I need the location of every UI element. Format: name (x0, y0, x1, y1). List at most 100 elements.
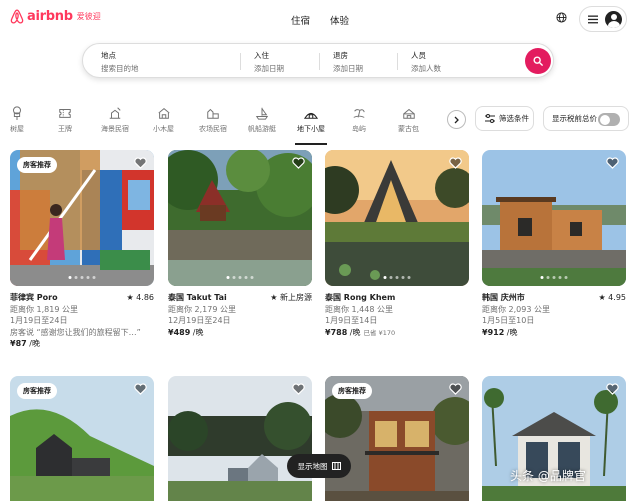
category-farm[interactable]: 农场民宿 (199, 106, 227, 134)
user-menu-button[interactable] (579, 6, 627, 32)
listing-info: 泰国 Takut Tai ★ 新上房源 距离你 2,179 公里 12月19日至2… (168, 292, 312, 338)
show-map-label: 显示地图 (297, 461, 328, 471)
listing-distance: 距离你 2,179 公里 (168, 304, 236, 314)
listing-title: 泰国 Takut Tai (168, 293, 227, 302)
category-label: 地下小屋 (297, 125, 325, 133)
heart-icon[interactable] (292, 157, 305, 172)
listing-dates: 12月19日至24日 (168, 316, 231, 325)
heart-icon[interactable] (134, 157, 147, 172)
photo-dots (68, 276, 96, 279)
guest-favorite-badge: 房客推荐 (17, 157, 57, 173)
listing-image (325, 150, 469, 286)
location-placeholder: 搜索目的地 (101, 64, 139, 73)
listing-price-unit: /晚 (504, 327, 518, 337)
listing-card[interactable] (168, 376, 312, 501)
heart-icon[interactable] (292, 383, 305, 398)
heart-icon[interactable] (134, 383, 147, 398)
chevron-right-icon (454, 116, 459, 123)
photo-dots (540, 276, 568, 279)
listing-card[interactable]: 房客推荐 菲律宾 Poro ★ 4.86 距离你 1,819 公里 1月19日至2… (10, 150, 154, 350)
listing-price-unit: /晚 (26, 339, 40, 348)
checkout-label: 退房 (333, 51, 348, 60)
category-yurts[interactable]: 蒙古包 (398, 106, 419, 134)
search-divider (319, 53, 320, 70)
listing-title: 韩国 庆州市 (482, 293, 525, 302)
listing-photo[interactable]: 房客推荐 (10, 376, 154, 501)
photo-dots (383, 276, 411, 279)
listing-card[interactable]: 韩国 庆州市 ★ 4.95 距离你 2,093 公里 1月5日至10日 ¥912 … (482, 150, 626, 338)
show-map-button[interactable]: 显示地图 (287, 454, 351, 478)
listing-review-snippet: 房客说 “感谢您让我们的旅程留下…” (10, 327, 141, 337)
search-checkout-field[interactable]: 退房 添加日期 (333, 50, 363, 74)
category-cabin[interactable]: 小木屋 (153, 106, 174, 134)
category-label: 王牌 (58, 125, 72, 133)
category-label: 帆船游艇 (248, 125, 276, 133)
listing-price-unit: /晚 (347, 327, 361, 337)
listing-card[interactable]: 房客推荐 (10, 376, 154, 501)
listing-photo[interactable] (325, 150, 469, 286)
top-header: airbnb 爱彼迎 住宿 体验 (0, 0, 640, 38)
toggle-switch[interactable] (598, 113, 620, 126)
search-bar: 地点 搜索目的地 入住 添加日期 退房 添加日期 人员 添加人数 (82, 43, 554, 78)
listing-photo[interactable] (168, 376, 312, 501)
listing-photo[interactable]: 房客推荐 (325, 376, 469, 501)
filters-label: 筛选条件 (499, 114, 529, 123)
nav-stays[interactable]: 住宿 (291, 13, 310, 27)
listing-photo[interactable] (168, 150, 312, 286)
avatar (605, 10, 622, 28)
category-label: 岛屿 (352, 125, 366, 133)
category-islands[interactable]: 岛屿 (352, 106, 366, 134)
category-label: 农场民宿 (199, 125, 227, 133)
treehouse-icon (13, 106, 21, 120)
category-earth-homes[interactable]: 地下小屋 (295, 106, 327, 145)
listing-photo[interactable] (482, 150, 626, 286)
search-location-field[interactable]: 地点 搜索目的地 (101, 50, 139, 74)
category-beach-house[interactable]: 海景民宿 (101, 106, 129, 134)
search-icon (533, 56, 543, 66)
airbnb-logo[interactable]: airbnb 爱彼迎 (10, 9, 101, 24)
island-icon (353, 109, 365, 118)
hamburger-icon (588, 15, 598, 23)
heart-icon[interactable] (606, 157, 619, 172)
total-price-toggle[interactable]: 显示税前总价 (543, 106, 629, 131)
search-button[interactable] (525, 48, 551, 74)
listing-image (168, 150, 312, 286)
globe-icon[interactable] (556, 12, 567, 26)
price-toggle-label: 显示税前总价 (552, 114, 597, 123)
category-treehouse[interactable]: 树屋 (10, 106, 24, 134)
brand-sub: 爱彼迎 (76, 12, 101, 21)
category-next-button[interactable] (447, 110, 466, 129)
category-boats[interactable]: 帆船游艇 (248, 106, 276, 134)
heart-icon[interactable] (449, 383, 462, 398)
listing-image (482, 150, 626, 286)
heart-icon[interactable] (449, 157, 462, 172)
listing-card[interactable]: 房客推荐 (325, 376, 469, 501)
guests-label: 人员 (411, 51, 426, 60)
boat-icon (255, 107, 269, 120)
guest-favorite-badge: 房客推荐 (17, 383, 57, 399)
search-checkin-field[interactable]: 入住 添加日期 (254, 50, 284, 74)
filters-button[interactable]: 筛选条件 (475, 106, 534, 131)
guests-placeholder: 添加人数 (411, 64, 441, 73)
listing-original-price: 已省 ¥170 (363, 328, 396, 337)
search-guests-field[interactable]: 人员 添加人数 (411, 50, 441, 74)
category-icons[interactable]: 王牌 (58, 106, 72, 134)
listing-distance: 距离你 2,093 公里 (482, 304, 550, 314)
farm-icon (207, 108, 219, 119)
heart-icon[interactable] (606, 383, 619, 398)
listing-photo[interactable]: 房客推荐 (10, 150, 154, 286)
listing-card[interactable]: 泰国 Rong Khem 距离你 1,448 公里 1月9日至14日 ¥788 … (325, 150, 469, 339)
listing-price: ¥489 (168, 327, 191, 337)
checkin-placeholder: 添加日期 (254, 64, 284, 73)
listing-rating: ★ 4.86 (126, 293, 154, 302)
category-label: 海景民宿 (101, 125, 129, 133)
listing-price-unit: /晚 (190, 327, 204, 337)
earth-home-icon (304, 112, 318, 119)
listing-title: 泰国 Rong Khem (325, 293, 396, 302)
brand-name: airbnb (27, 9, 73, 24)
ticket-icon (59, 109, 71, 118)
listing-card[interactable]: 泰国 Takut Tai ★ 新上房源 距离你 2,179 公里 12月19日至2… (168, 150, 312, 338)
nav-experiences[interactable]: 体验 (330, 13, 349, 27)
watermark: 头条 @品牌官 (510, 469, 586, 483)
guest-favorite-badge: 房客推荐 (332, 383, 372, 399)
